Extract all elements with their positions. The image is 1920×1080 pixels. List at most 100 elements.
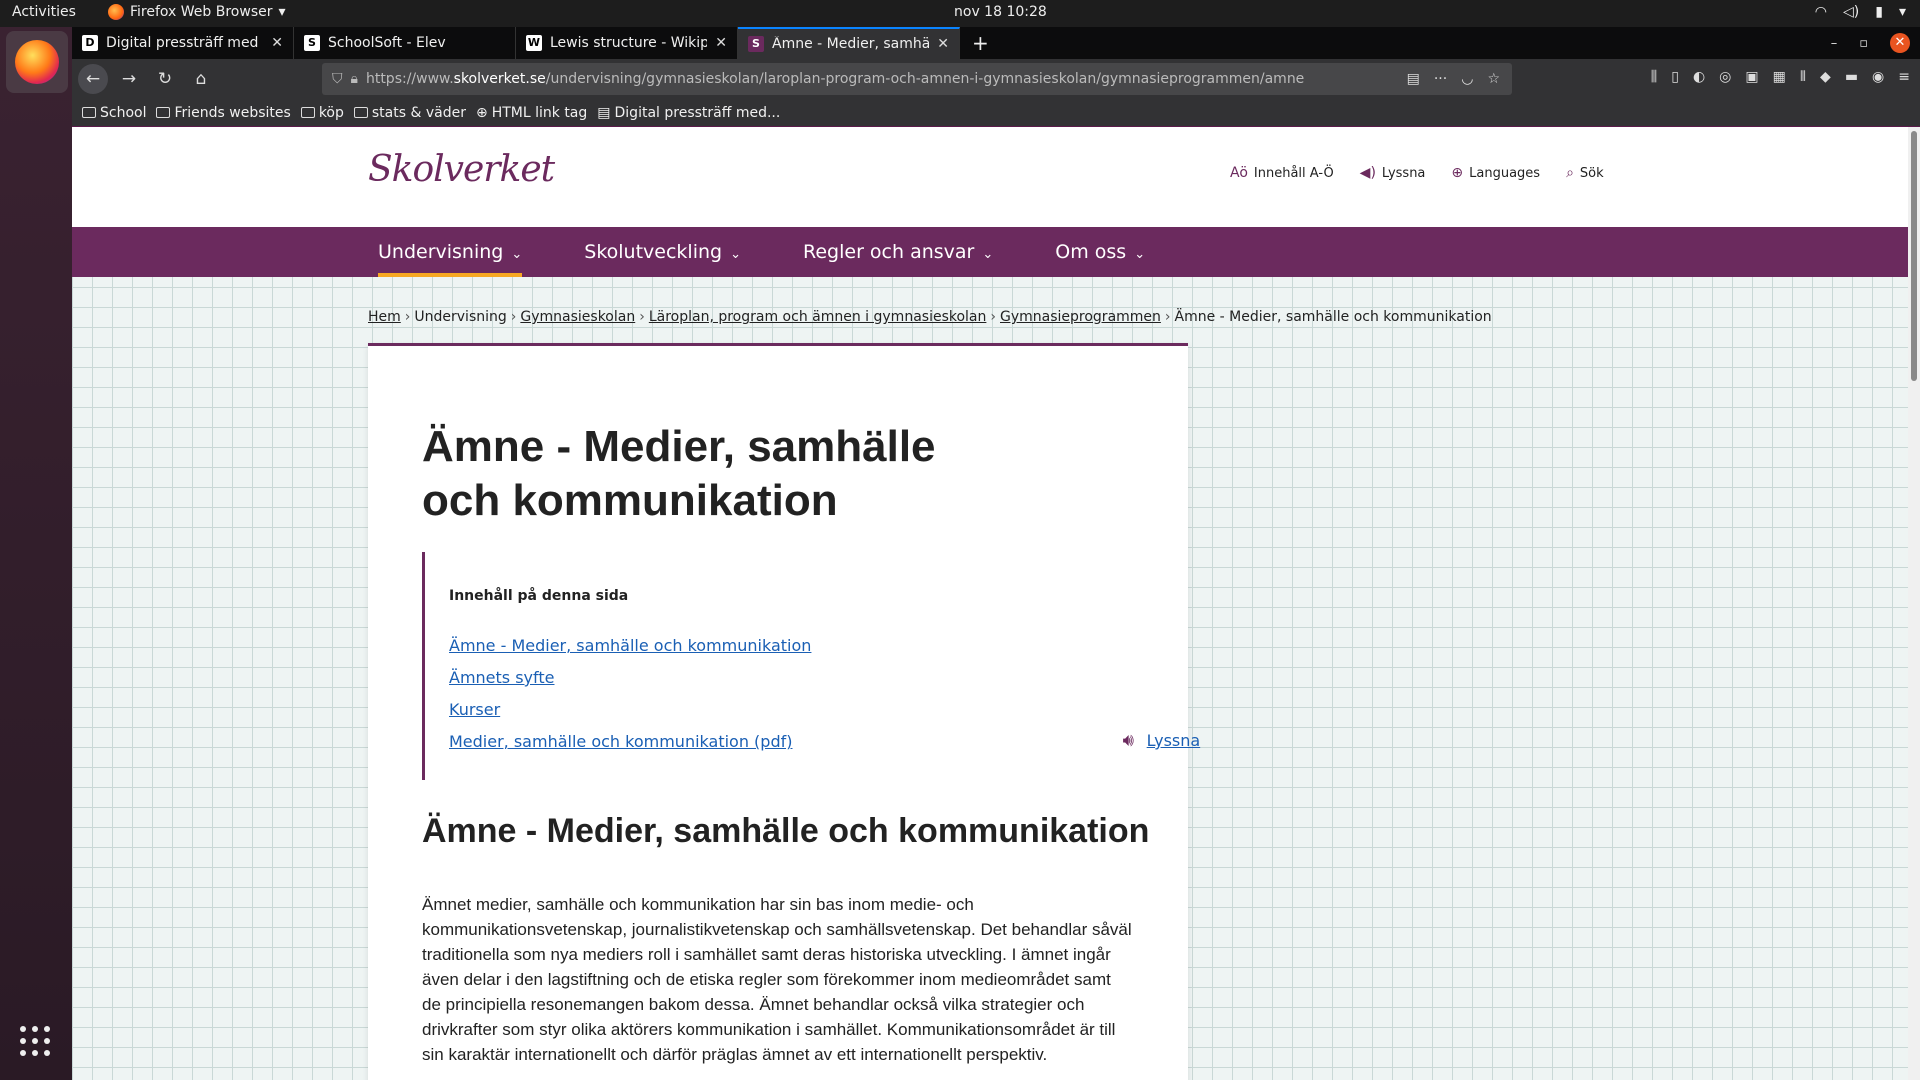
listen-label[interactable]: Lyssna (1147, 731, 1201, 750)
system-tray[interactable]: ◠ ◁) ▮ ▾ (1815, 4, 1906, 20)
extension-icon[interactable]: ◎ (1719, 69, 1731, 85)
close-window-button[interactable]: ✕ (1890, 33, 1910, 53)
toc-link[interactable]: Kurser (449, 700, 500, 719)
extension-icon[interactable]: ⦀ (1800, 69, 1806, 85)
activities-button[interactable]: Activities (12, 4, 76, 20)
close-icon[interactable]: ✕ (937, 36, 949, 52)
bookmark-star-icon[interactable]: ☆ (1487, 71, 1500, 87)
clock[interactable]: nov 18 10:28 (954, 4, 1047, 20)
dock-firefox[interactable] (6, 31, 68, 93)
tab-title: SchoolSoft - Elev (328, 35, 446, 51)
show-applications-button[interactable] (20, 1026, 52, 1058)
tab-favicon: D (82, 35, 98, 51)
breadcrumb-link[interactable]: Hem (368, 309, 401, 325)
folder-icon (353, 107, 368, 118)
volume-icon: ◁) (1843, 4, 1860, 20)
maximize-button[interactable]: ▫ (1859, 36, 1868, 51)
minimize-button[interactable]: – (1831, 36, 1838, 51)
breadcrumb-item: Undervisning (414, 309, 507, 325)
bookmark-stats-vader[interactable]: stats & väder (353, 105, 466, 121)
utility-sok[interactable]: ⌕ Sök (1566, 165, 1604, 181)
extension-icon[interactable]: ▬ (1845, 69, 1858, 85)
page-icon: ▤ (597, 104, 611, 121)
app-menu[interactable]: Firefox Web Browser ▾ (108, 4, 286, 20)
skolverket-logo[interactable]: Skolverket (368, 149, 555, 190)
lock-icon[interactable]: 🔒︎ (351, 71, 358, 87)
bookmark-digital-presstraff[interactable]: ▤ Digital pressträff med... (597, 105, 780, 121)
bookmark-kop[interactable]: köp (300, 105, 344, 121)
table-of-contents: Innehåll på denna sida Ämne - Medier, sa… (422, 552, 1201, 780)
sidebar-icon[interactable]: ▯ (1671, 69, 1679, 85)
folder-icon (156, 107, 171, 118)
back-button[interactable]: ← (78, 64, 108, 94)
library-icon[interactable]: ⫼ (1651, 69, 1657, 85)
bookmark-school[interactable]: School (82, 105, 146, 121)
az-icon: Aö (1230, 165, 1248, 181)
bookmarks-toolbar: School Friends websites köp stats & väde… (72, 99, 1920, 127)
page-title: Ämne - Medier, samhälle och kommunikatio… (422, 422, 936, 525)
firefox-icon (15, 40, 59, 84)
chevron-down-icon: ▾ (1898, 4, 1906, 20)
url-bar[interactable]: ⛉ 🔒︎ https://www.skolverket.se/undervisn… (322, 63, 1512, 95)
listen-button[interactable]: 🔊︎ Lyssna (1122, 730, 1201, 751)
reader-view-icon[interactable]: ▤ (1407, 71, 1420, 87)
window-controls: – ▫ ✕ (1831, 33, 1910, 53)
nav-undervisning[interactable]: Undervisning ⌄ (378, 227, 523, 277)
breadcrumb-link[interactable]: Gymnasieskolan (520, 309, 635, 325)
chevron-down-icon: ▾ (278, 4, 286, 20)
close-icon[interactable]: ✕ (715, 35, 727, 51)
breadcrumb-link[interactable]: Läroplan, program och ämnen i gymnasiesk… (649, 309, 987, 325)
breadcrumb: Hem › Undervisning › Gymnasieskolan › Läroplan… (368, 309, 1492, 325)
forward-button[interactable]: → (114, 64, 144, 94)
nav-regler-och-ansvar[interactable]: Regler och ansvar ⌄ (803, 227, 993, 277)
reload-button[interactable]: ↻ (150, 64, 180, 94)
extension-icon[interactable]: ◆ (1820, 69, 1831, 85)
new-tab-button[interactable]: + (960, 27, 1001, 59)
section-paragraph: Ämnet medier, samhälle och kommunikation… (422, 895, 1132, 1064)
menu-icon[interactable]: ≡ (1898, 69, 1910, 85)
tab-digital-presstraff[interactable]: D Digital pressträff med ut ✕ (72, 27, 294, 59)
toc-link-pdf[interactable]: Medier, samhälle och kommunikation (pdf) (449, 732, 792, 751)
nav-skolutveckling[interactable]: Skolutveckling ⌄ (584, 227, 741, 277)
globe-icon: ⊕ (475, 104, 488, 121)
home-button[interactable]: ⌂ (186, 64, 216, 94)
app-name: Firefox Web Browser (130, 4, 273, 20)
nav-om-oss[interactable]: Om oss ⌄ (1055, 227, 1145, 277)
toc-header: Innehåll på denna sida (449, 588, 629, 604)
extension-icon[interactable]: ▦ (1773, 69, 1786, 85)
shield-icon[interactable]: ⛉ (332, 71, 343, 87)
toolbar-extensions: ⫼ ▯ ◐ ◎ ▣ ▦ ⦀ ◆ ▬ ◉ ≡ (1651, 69, 1910, 85)
utility-lyssna[interactable]: ◀) Lyssna (1360, 165, 1426, 181)
page-scrollbar[interactable] (1908, 127, 1920, 1080)
extension-icon[interactable]: ◐ (1693, 69, 1705, 85)
toc-link[interactable]: Ämne - Medier, samhälle och kommunikatio… (449, 636, 811, 655)
chevron-down-icon: ⌄ (730, 247, 741, 262)
speaker-icon: ◀) (1359, 165, 1376, 181)
folder-icon (82, 107, 96, 118)
tab-bar: D Digital pressträff med ut ✕ S SchoolSo… (72, 27, 1920, 59)
section-title: Ämne - Medier, samhälle och kommunikatio… (422, 812, 1150, 850)
bookmark-html-link-tag[interactable]: ⊕ HTML link tag (476, 105, 587, 121)
ublock-icon[interactable]: ◉ (1872, 69, 1884, 85)
browser-window: D Digital pressträff med ut ✕ S SchoolSo… (72, 27, 1920, 1080)
search-icon: ⌕ (1566, 165, 1574, 181)
toc-link[interactable]: Ämnets syfte (449, 668, 554, 687)
chevron-down-icon: ⌄ (511, 247, 523, 262)
tab-amne-medier[interactable]: S Ämne - Medier, samhälle ✕ (738, 27, 960, 59)
tab-title: Lewis structure - Wikipe (550, 35, 708, 51)
extension-icon[interactable]: ▣ (1745, 69, 1758, 85)
tab-schoolsoft[interactable]: S SchoolSoft - Elev (294, 27, 516, 59)
scrollbar-thumb[interactable] (1911, 131, 1917, 381)
utility-innehall-a-o[interactable]: Aö Innehåll A-Ö (1230, 165, 1334, 181)
bookmark-friends-websites[interactable]: Friends websites (156, 105, 291, 121)
tab-lewis-structure[interactable]: W Lewis structure - Wikipe ✕ (516, 27, 738, 59)
close-icon[interactable]: ✕ (271, 35, 283, 51)
more-actions-icon[interactable]: ··· (1434, 71, 1447, 87)
pocket-icon[interactable]: ◡ (1461, 71, 1473, 87)
chevron-down-icon: ⌄ (1134, 247, 1146, 262)
utility-languages[interactable]: ⊕ Languages (1451, 165, 1540, 181)
system-top-bar: Activities Firefox Web Browser ▾ nov 18 … (0, 0, 1920, 27)
url-text[interactable]: https://www.skolverket.se/undervisning/g… (366, 71, 1399, 87)
breadcrumb-link[interactable]: Gymnasieprogrammen (1000, 309, 1161, 325)
speaker-icon: 🔊︎ (1122, 730, 1134, 751)
